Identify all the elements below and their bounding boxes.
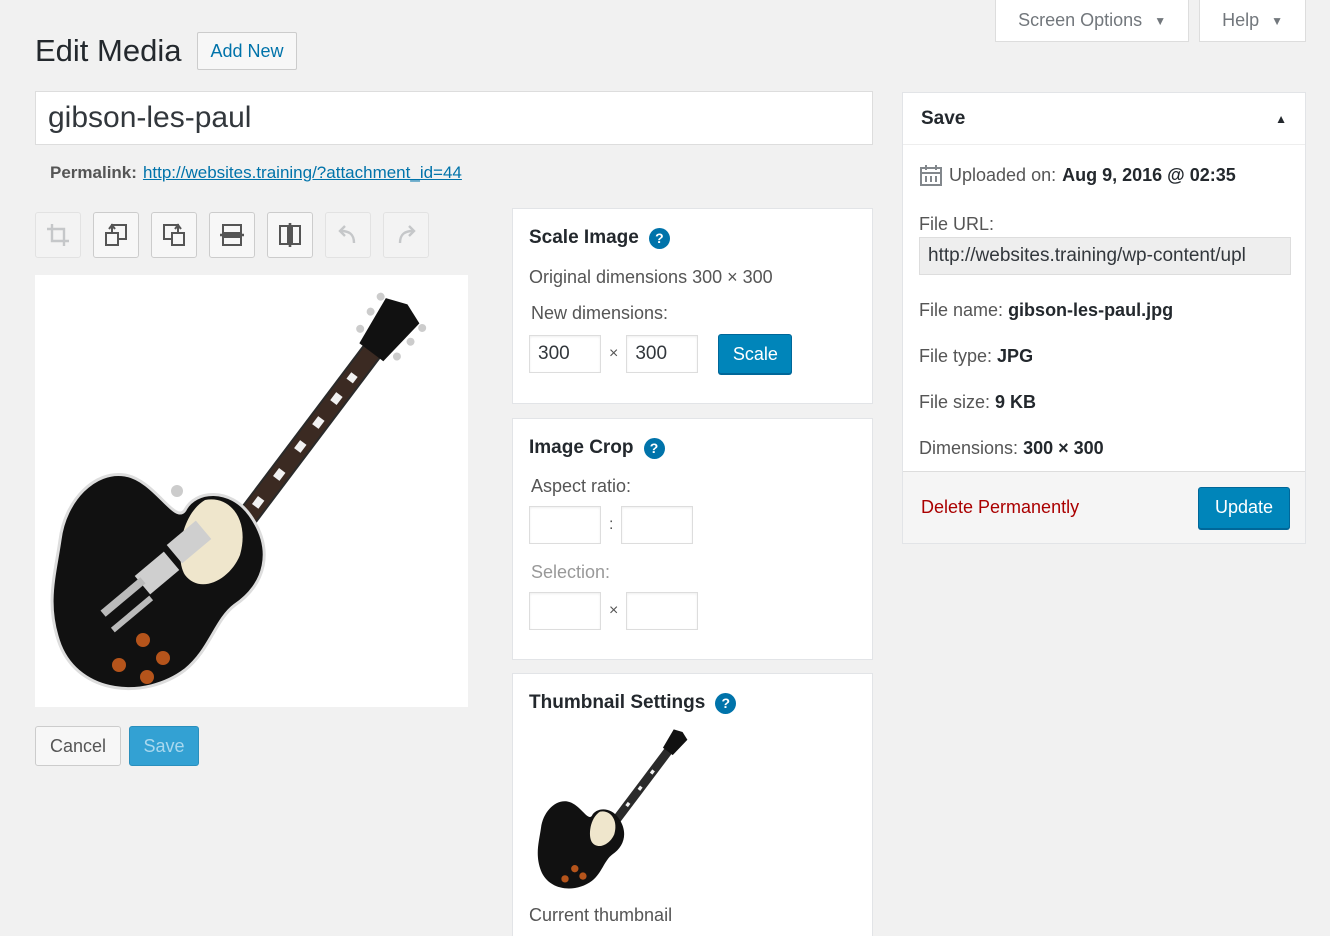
undo-icon [338,225,356,244]
redo-button[interactable] [383,212,429,258]
flip-horizontal-icon [279,223,301,247]
file-size-label: File size: [919,392,991,412]
thumbnail-image [537,729,688,889]
rotate-right-button[interactable] [151,212,197,258]
scale-fields: 300 × 300 Scale [529,334,856,374]
selection-width-input[interactable] [529,592,601,630]
file-type: File type: JPG [919,346,1033,367]
heading-row: Edit Media Add New [35,32,297,70]
image-preview[interactable] [35,275,468,707]
file-url-field[interactable]: http://websites.training/wp-content/upl [919,237,1291,275]
file-size-value: 9 KB [995,392,1037,412]
rotate-left-button[interactable] [93,212,139,258]
selection-label: Selection: [531,562,611,582]
permalink: Permalink: http://websites.training/?att… [50,163,462,183]
original-dimensions: Original dimensions 300 × 300 [529,267,773,287]
aspect-ratio-label: Aspect ratio: [531,476,632,496]
file-url-label: File URL: [919,214,995,234]
image-crop-panel: Image Crop ? Aspect ratio: : Selection: … [512,418,873,660]
image-crop-title: Image Crop [529,437,634,458]
crop-button[interactable] [35,212,81,258]
dimensions: Dimensions: 300 × 300 [919,438,1104,459]
uploaded-label: Uploaded on: [949,164,1057,185]
guitar-image [50,292,427,690]
scale-separator: × [609,345,619,362]
save-metabox-title: Save [921,107,966,129]
media-title-input[interactable]: gibson-les-paul [35,91,873,145]
dimensions-value: 300 × 300 [1023,438,1104,458]
image-edit-toolbar [35,212,429,258]
dimensions-label: Dimensions: [919,438,1019,458]
uploaded-on: Uploaded on: Aug 9, 2016 @ 02:35 [919,163,1236,187]
image-crop-heading: Image Crop ? [529,437,856,459]
screen-options-label: Screen Options [1018,10,1143,30]
help-icon[interactable]: ? [648,227,670,249]
help-icon[interactable]: ? [715,692,737,714]
rotate-right-icon [163,223,185,246]
rotate-left-icon [105,223,127,246]
scale-image-panel: Scale Image ? Original dimensions 300 × … [512,208,873,404]
save-metabox-header[interactable]: Save ▲ [903,93,1305,145]
screen-meta-links: Screen Options ▼ Help ▼ [995,0,1306,42]
file-name: File name: gibson-les-paul.jpg [919,300,1173,321]
crop-icon [47,224,69,246]
aspect-ratio-fields: : [529,506,856,544]
selection-height-input[interactable] [626,592,699,630]
save-metabox-footer: Delete Permanently Update [903,471,1305,543]
screen-options-tab[interactable]: Screen Options ▼ [995,0,1190,42]
save-metabox: Save ▲ Uploaded on: Aug 9, 2016 @ 02:35 … [902,92,1306,544]
image-edit-actions: Cancel Save [35,726,199,766]
caret-down-icon: ▼ [1154,13,1167,28]
file-name-label: File name: [919,300,1004,320]
help-label: Help [1222,10,1260,30]
undo-button[interactable] [325,212,371,258]
flip-vertical-button[interactable] [209,212,255,258]
flip-vertical-icon [220,224,244,246]
page-title: Edit Media [35,33,182,68]
help-icon[interactable]: ? [643,437,665,459]
cancel-button[interactable]: Cancel [35,726,121,766]
file-type-value: JPG [997,346,1034,366]
new-dimensions-label: New dimensions: [531,303,669,323]
calendar-icon [920,165,942,186]
thumbnail-settings-panel: Thumbnail Settings ? Current thumbnail [512,673,873,936]
add-new-button[interactable]: Add New [197,32,297,70]
thumbnail-settings-title: Thumbnail Settings [529,692,706,713]
thumbnail-settings-heading: Thumbnail Settings ? [529,692,856,714]
scale-button[interactable]: Scale [718,334,793,374]
permalink-label: Permalink: [50,163,137,182]
file-size: File size: 9 KB [919,392,1036,413]
aspect-separator: : [609,516,614,533]
redo-icon [398,225,416,244]
selection-fields: × [529,592,856,630]
file-type-label: File type: [919,346,993,366]
selection-separator: × [609,602,619,619]
uploaded-value: Aug 9, 2016 @ 02:35 [1062,164,1236,185]
scale-image-title: Scale Image [529,227,639,248]
delete-permanently-link[interactable]: Delete Permanently [921,497,1079,518]
collapse-arrow-icon[interactable]: ▲ [1275,112,1287,126]
help-tab[interactable]: Help ▼ [1199,0,1306,42]
permalink-link[interactable]: http://websites.training/?attachment_id=… [143,163,462,183]
scale-width-input[interactable]: 300 [529,335,601,373]
current-thumbnail-label: Current thumbnail [529,905,673,925]
update-button[interactable]: Update [1198,486,1290,529]
scale-image-heading: Scale Image ? [529,227,856,249]
aspect-height-input[interactable] [621,506,694,544]
file-name-value: gibson-les-paul.jpg [1008,300,1174,320]
flip-horizontal-button[interactable] [267,212,313,258]
save-edit-button[interactable]: Save [129,726,199,766]
aspect-width-input[interactable] [529,506,601,544]
scale-height-input[interactable]: 300 [626,335,699,373]
caret-down-icon: ▼ [1271,13,1283,28]
